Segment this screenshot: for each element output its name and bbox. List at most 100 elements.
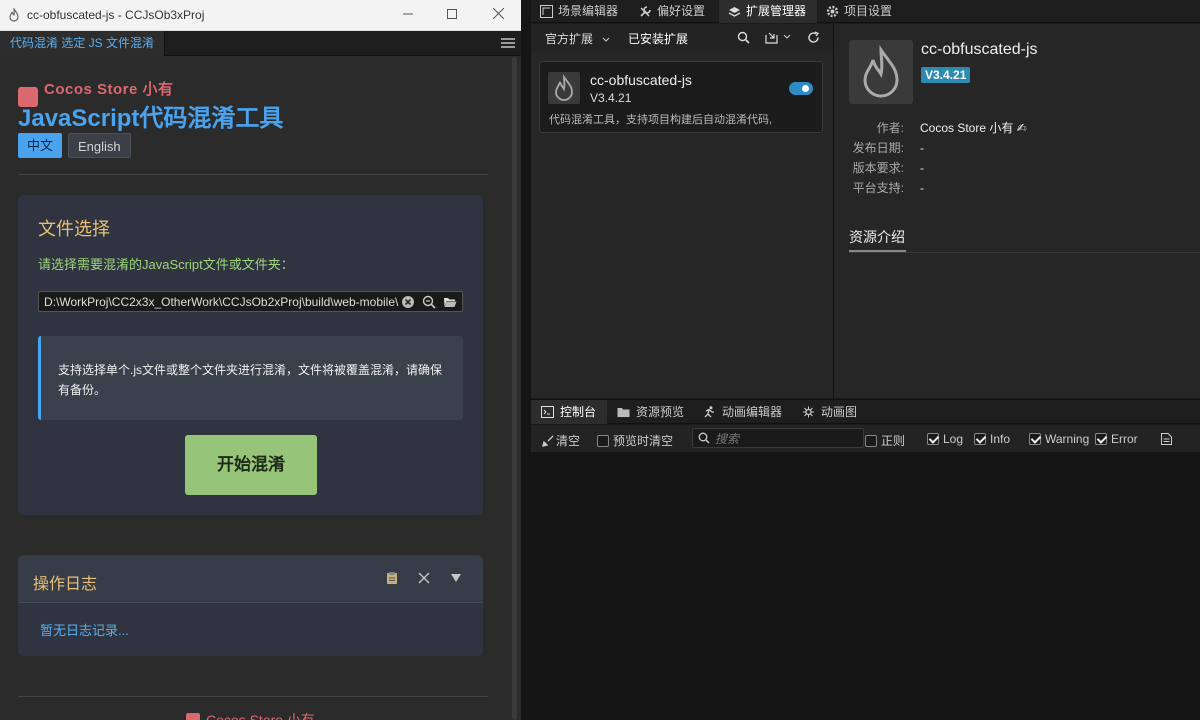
search-file-icon[interactable] — [422, 295, 436, 309]
editor-top-tabbar: 场景编辑器 偏好设置 扩展管理器 项目设置 — [531, 0, 1200, 23]
footer-logo-icon — [186, 713, 200, 720]
info-notice: 支持选择单个.js文件或整个文件夹进行混淆，文件将被覆盖混淆，请确保有备份。 — [38, 336, 463, 420]
chevron-down-icon — [603, 37, 610, 42]
path-input[interactable]: D:\WorkProj\CC2x3x_OtherWork\CCJsOb2xPro… — [38, 291, 463, 312]
import-icon[interactable] — [765, 31, 778, 44]
broom-icon — [542, 435, 554, 447]
file-section-title: 文件选择 — [38, 219, 110, 239]
divider — [849, 252, 1200, 253]
page-title: JavaScript代码混淆工具 — [18, 105, 284, 132]
search-icon — [698, 432, 710, 444]
tab-scene-editor[interactable]: 场景编辑器 — [531, 0, 630, 23]
console-output[interactable] — [531, 452, 1200, 720]
extension-icon — [728, 7, 741, 17]
panel-tab-obfuscate[interactable]: 代码混淆 选定 JS 文件混淆 — [0, 31, 166, 56]
console-search[interactable] — [692, 428, 864, 448]
tab-label: 偏好设置 — [657, 4, 706, 18]
tab-console[interactable]: 控制台 — [531, 400, 607, 424]
plugin-window: cc-obfuscated-js - CCJsOb3xProj 代码混淆 选定 … — [0, 0, 521, 720]
meta-release-date: 发布日期: - — [852, 141, 924, 155]
graph-icon — [803, 406, 814, 418]
file-select-card: 文件选择 请选择需要混淆的JavaScript文件或文件夹： D:\WorkPr… — [18, 195, 483, 515]
tab-label: 项目设置 — [844, 4, 893, 18]
clipboard-icon[interactable] — [384, 571, 400, 587]
extension-detail-logo-icon — [849, 40, 913, 104]
clear-on-preview-checkbox[interactable]: 预览时清空 — [597, 432, 673, 449]
minimize-button[interactable] — [397, 4, 419, 26]
tab-resource-intro[interactable]: 资源介绍 — [849, 227, 905, 247]
tab-label: 资源预览 — [636, 405, 685, 419]
footer-brand: Cocos Store 小有 — [206, 712, 315, 720]
maximize-button[interactable] — [441, 4, 463, 26]
log-card: 操作日志 暂无日志记录... — [18, 555, 483, 656]
extension-description: 代码混淆工具，支持项目构建后自动混淆代码, — [549, 114, 773, 126]
tab-label: 动画图 — [821, 405, 858, 419]
maximize-icon — [447, 9, 457, 19]
log-filter-checkbox[interactable]: Log — [927, 432, 963, 446]
clear-path-icon[interactable] — [401, 295, 415, 309]
search-icon[interactable] — [737, 31, 750, 44]
clear-console-button[interactable]: 清空 — [542, 432, 580, 449]
hamburger-menu-icon[interactable] — [501, 36, 515, 50]
window-titlebar[interactable]: cc-obfuscated-js - CCJsOb3xProj — [0, 0, 521, 31]
scrollbar-thumb[interactable] — [512, 57, 517, 720]
installed-extensions-tab[interactable]: 已安装扩展 — [628, 30, 688, 47]
checkbox-label: Log — [943, 432, 964, 446]
minimize-icon — [403, 13, 413, 15]
extension-name: cc-obfuscated-js — [590, 72, 692, 88]
clear-log-icon[interactable] — [416, 571, 432, 587]
collapse-triangle-icon[interactable] — [448, 571, 464, 587]
regex-checkbox[interactable]: 正则 — [865, 432, 905, 449]
log-empty-text: 暂无日志记录... — [40, 623, 129, 638]
checkbox-label: Info — [990, 432, 1011, 446]
tab-label: 场景编辑器 — [558, 4, 619, 18]
extension-enable-toggle[interactable] — [789, 82, 813, 95]
lang-zh-button[interactable]: 中文 — [18, 133, 63, 158]
tab-preferences[interactable]: 偏好设置 — [630, 0, 719, 23]
chevron-down-icon[interactable] — [783, 34, 791, 40]
console-search-input[interactable] — [715, 431, 861, 446]
gear-icon — [826, 5, 839, 18]
refresh-icon[interactable] — [807, 31, 820, 44]
checkbox-label: 正则 — [881, 434, 906, 448]
info-filter-checkbox[interactable]: Info — [974, 432, 1010, 446]
start-obfuscate-button[interactable]: 开始混淆 — [185, 435, 317, 495]
tab-project-settings[interactable]: 项目设置 — [817, 0, 907, 23]
tab-animation-editor[interactable]: 动画编辑器 — [693, 400, 792, 424]
panel-splitter[interactable] — [521, 0, 531, 720]
vertical-scrollbar[interactable] — [512, 57, 517, 720]
close-button[interactable] — [487, 4, 509, 26]
official-label: 官方扩展 — [545, 32, 594, 46]
tab-asset-preview[interactable]: 资源预览 — [607, 400, 693, 424]
runner-icon — [704, 406, 714, 418]
wrench-icon — [640, 6, 651, 17]
warning-filter-checkbox[interactable]: Warning — [1029, 432, 1089, 446]
console-icon — [541, 406, 554, 418]
log-file-icon[interactable] — [1161, 433, 1172, 445]
tab-extension-manager[interactable]: 扩展管理器 — [719, 0, 817, 23]
checkbox-label: Error — [1111, 432, 1138, 446]
extension-detail: cc-obfuscated-js V3.4.21 作者: Cocos Store … — [834, 24, 1200, 398]
lang-en-button[interactable]: English — [68, 133, 131, 158]
error-filter-checkbox[interactable]: Error — [1095, 432, 1138, 446]
extension-item[interactable]: cc-obfuscated-js V3.4.21 代码混淆工具，支持项目构建后自… — [539, 61, 823, 133]
official-extensions-dropdown[interactable]: 官方扩展 — [545, 30, 610, 47]
window-title: cc-obfuscated-js - CCJsOb3xProj — [27, 8, 205, 22]
detail-version-badge: V3.4.21 — [921, 67, 971, 83]
clear-label: 清空 — [556, 434, 581, 448]
tab-label: 控制台 — [560, 405, 597, 419]
file-section-hint: 请选择需要混淆的JavaScript文件或文件夹： — [38, 257, 294, 272]
tab-animation-graph[interactable]: 动画图 — [792, 400, 868, 424]
open-folder-icon[interactable] — [443, 295, 457, 309]
scene-icon — [540, 5, 553, 18]
meta-author: 作者: Cocos Store 小有 ✍ — [876, 121, 1027, 135]
folder-icon — [617, 408, 630, 417]
tab-label: 扩展管理器 — [746, 4, 807, 18]
console-tabbar: 控制台 资源预览 动画编辑器 动画图 — [531, 399, 1200, 424]
close-icon — [492, 7, 504, 20]
meta-platform: 平台支持: - — [852, 181, 924, 195]
active-tab-indicator — [849, 250, 906, 252]
divider — [18, 696, 488, 697]
meta-version-req: 版本要求: - — [852, 161, 924, 175]
log-title: 操作日志 — [33, 576, 98, 593]
